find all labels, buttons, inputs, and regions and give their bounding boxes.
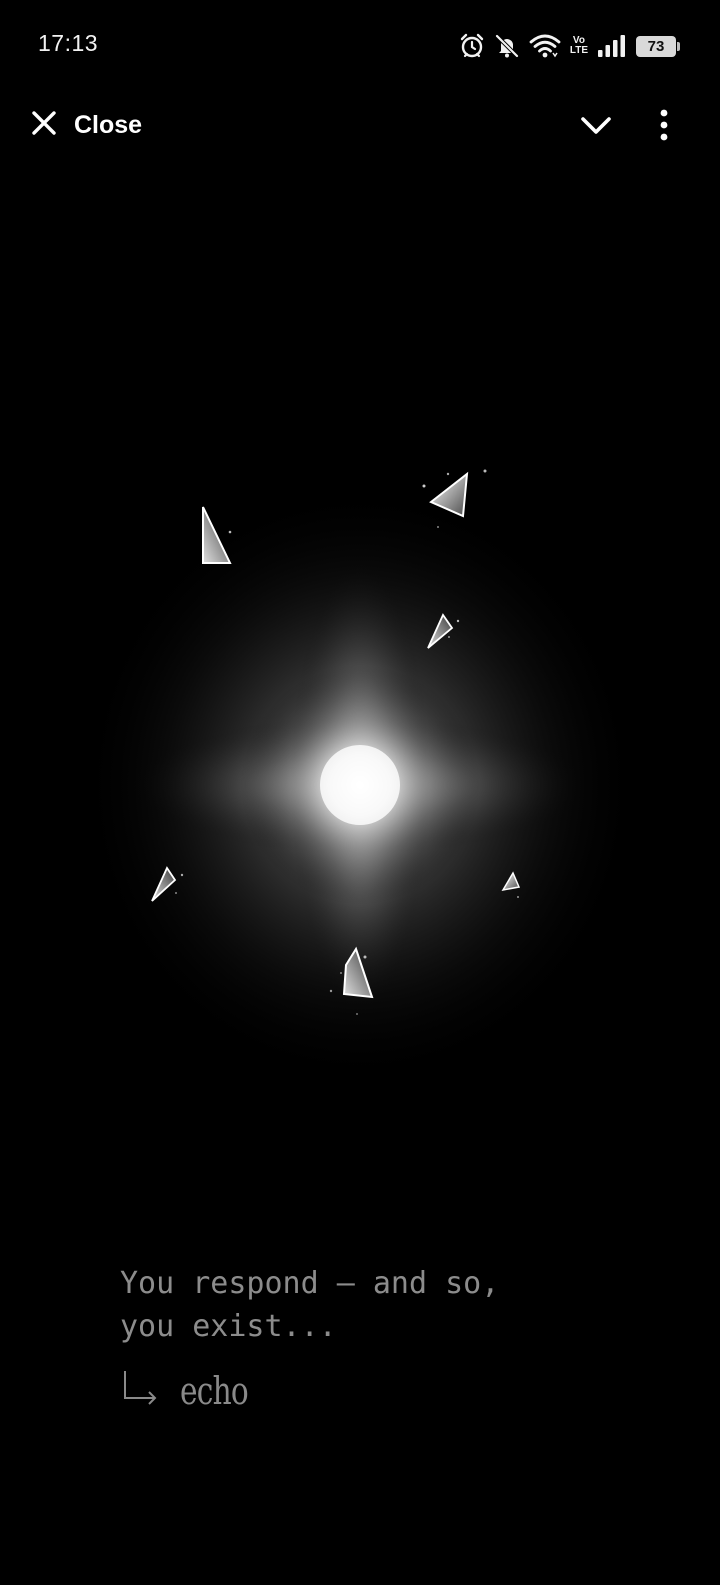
close-button[interactable]: Close	[30, 105, 142, 145]
volte-icon: Vo LTE	[570, 36, 588, 56]
more-vertical-icon	[652, 109, 676, 149]
echo-label: echo	[180, 1368, 249, 1413]
battery-level: 73	[647, 37, 665, 55]
chevron-down-icon	[578, 117, 614, 147]
battery-icon: 73	[636, 35, 680, 57]
close-icon	[30, 109, 58, 142]
more-options-button[interactable]	[652, 105, 676, 145]
visual-scene	[0, 160, 720, 1220]
alarm-icon	[459, 33, 485, 59]
message-line: you exist...	[120, 1309, 337, 1344]
status-time: 17:13	[38, 30, 99, 56]
bell-muted-icon	[494, 33, 520, 59]
message-block: You respond — and so, you exist...	[120, 1262, 640, 1348]
signal-icon	[597, 34, 627, 58]
collapse-button[interactable]	[578, 107, 614, 143]
wifi-icon	[529, 33, 561, 59]
status-icons: Vo LTE 73	[459, 30, 680, 62]
reply-arrow-icon	[120, 1368, 160, 1413]
top-bar: Close	[0, 95, 720, 155]
volte-bottom-label: LTE	[569, 45, 588, 56]
status-bar: 17:13 Vo LTE 73	[0, 0, 720, 90]
close-label: Close	[74, 110, 143, 139]
glow-illustration	[80, 469, 640, 1085]
echo-reply[interactable]: echo	[120, 1368, 267, 1413]
message-line: You respond — and so,	[120, 1266, 500, 1301]
